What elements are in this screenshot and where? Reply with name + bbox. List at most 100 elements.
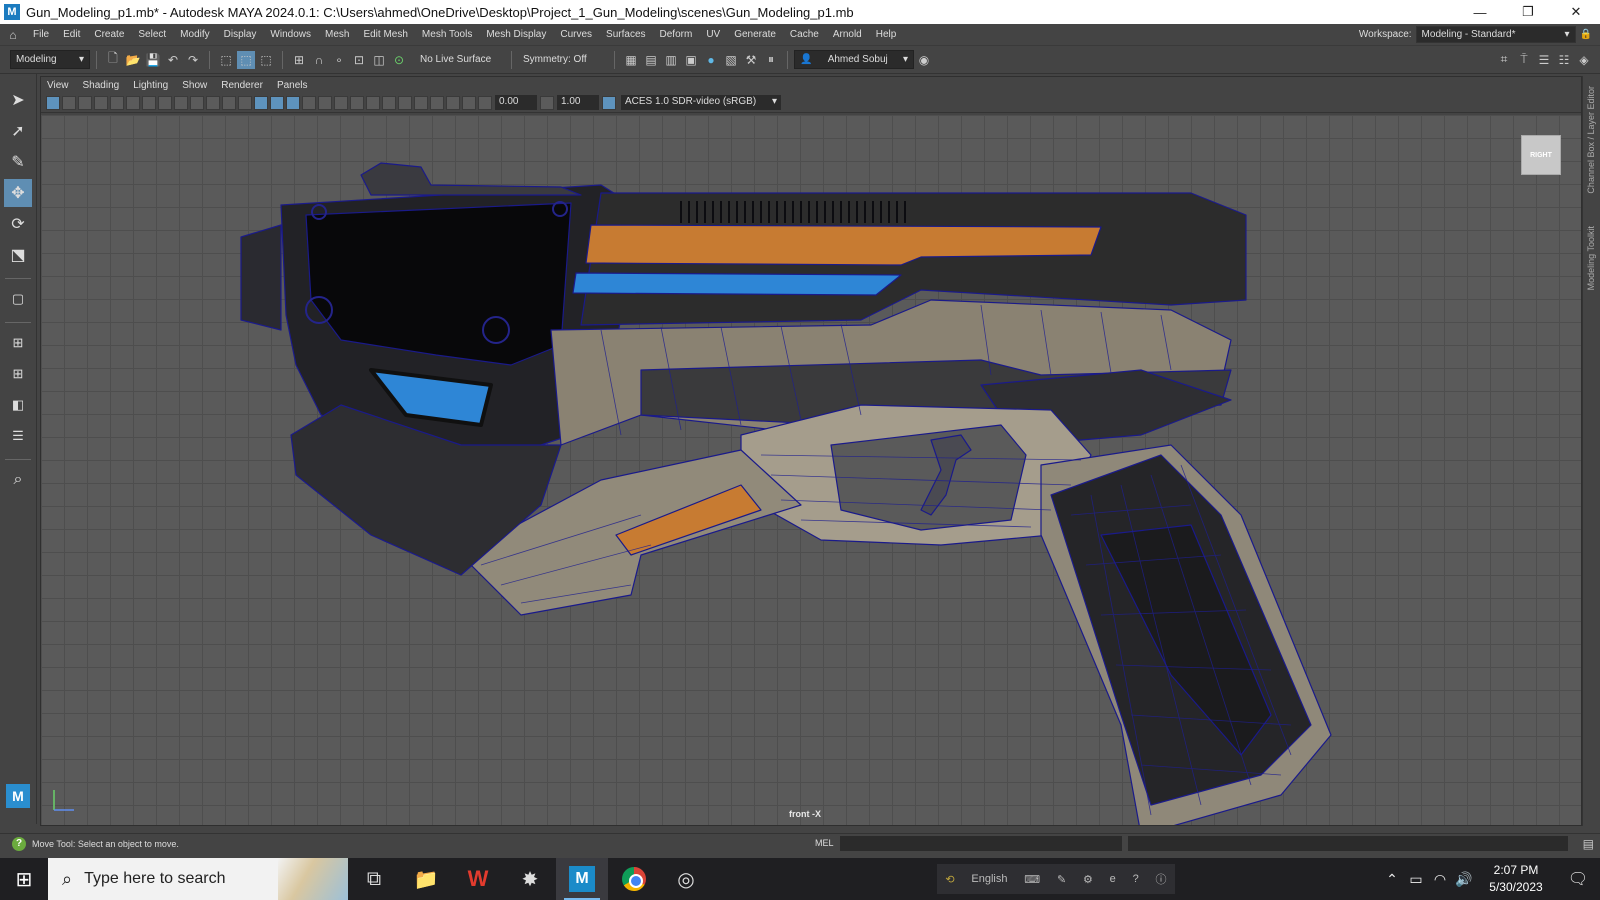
menu-deform[interactable]: Deform bbox=[653, 29, 700, 40]
resolution-gate-icon[interactable] bbox=[174, 95, 188, 110]
layout-two-view-icon[interactable]: ◧ bbox=[4, 391, 32, 419]
notification-icon[interactable]: 🗨 bbox=[1556, 869, 1600, 889]
menu-edit-mesh[interactable]: Edit Mesh bbox=[356, 29, 414, 40]
menu-windows[interactable]: Windows bbox=[263, 29, 318, 40]
xray-icon[interactable] bbox=[430, 95, 444, 110]
maya-taskbar-icon[interactable]: M bbox=[556, 858, 608, 900]
lights-icon[interactable] bbox=[318, 95, 332, 110]
menu-cache[interactable]: Cache bbox=[783, 29, 826, 40]
layout-four-view-icon[interactable]: ⊞ bbox=[4, 360, 32, 388]
wireframe-on-shaded-icon[interactable] bbox=[286, 95, 300, 110]
smooth-shade-icon[interactable] bbox=[270, 95, 284, 110]
ipr-render-icon[interactable]: ▥ bbox=[662, 51, 680, 69]
view-cube[interactable]: RIGHT bbox=[1521, 135, 1561, 175]
exposure-field[interactable]: 0.00 bbox=[495, 95, 537, 110]
help-search-icon[interactable]: ◉ bbox=[915, 51, 933, 69]
file-explorer-icon[interactable]: 📁 bbox=[400, 858, 452, 900]
snap-point-icon[interactable]: ∘ bbox=[330, 51, 348, 69]
xray-components-icon[interactable] bbox=[462, 95, 476, 110]
camera-attributes-icon[interactable] bbox=[62, 95, 76, 110]
layer-editor-icon[interactable]: ◈ bbox=[1575, 51, 1593, 69]
gamma-field[interactable]: 1.00 bbox=[557, 95, 599, 110]
safe-action-icon[interactable] bbox=[222, 95, 236, 110]
select-tool-icon[interactable]: ➤ bbox=[4, 86, 32, 114]
pause-icon[interactable]: ⏸ bbox=[762, 51, 780, 69]
save-scene-icon[interactable]: 💾 bbox=[144, 51, 162, 69]
screen-recorder-icon[interactable]: ◎ bbox=[660, 858, 712, 900]
exposure-icon[interactable] bbox=[478, 95, 492, 110]
chevron-up-icon[interactable]: ⌃ bbox=[1380, 871, 1404, 888]
restore-button[interactable]: ❐ bbox=[1504, 0, 1552, 24]
menu-help[interactable]: Help bbox=[869, 29, 904, 40]
motion-blur-icon[interactable] bbox=[366, 95, 380, 110]
film-gate-icon[interactable] bbox=[158, 95, 172, 110]
keyboard-icon[interactable]: ⌨ bbox=[1024, 873, 1040, 886]
menu-surfaces[interactable]: Surfaces bbox=[599, 29, 652, 40]
chrome-icon[interactable] bbox=[608, 858, 660, 900]
ime-icon[interactable]: ⟲ bbox=[945, 873, 954, 886]
snap-surface-icon[interactable]: ◫ bbox=[370, 51, 388, 69]
mel-label[interactable]: MEL bbox=[815, 838, 834, 848]
script-editor-icon[interactable]: ▤ bbox=[1583, 837, 1594, 851]
menu-curves[interactable]: Curves bbox=[553, 29, 599, 40]
ambient-occlusion-icon[interactable] bbox=[350, 95, 364, 110]
shadows-icon[interactable] bbox=[334, 95, 348, 110]
bookmark-icon[interactable] bbox=[78, 95, 92, 110]
image-plane-icon[interactable] bbox=[94, 95, 108, 110]
channel-box-tab[interactable]: Channel Box / Layer Editor bbox=[1586, 86, 1596, 194]
panel-menu-lighting[interactable]: Lighting bbox=[133, 80, 168, 91]
render-view-icon[interactable]: ▣ bbox=[682, 51, 700, 69]
pen-icon[interactable]: ✎ bbox=[1057, 873, 1066, 886]
panel-menu-show[interactable]: Show bbox=[182, 80, 207, 91]
language-label[interactable]: English bbox=[971, 873, 1007, 885]
menu-mesh-tools[interactable]: Mesh Tools bbox=[415, 29, 479, 40]
search-icon[interactable]: ⌕ bbox=[4, 466, 32, 494]
user-account-dropdown[interactable]: 👤 Ahmed Sobuj ▾ bbox=[794, 50, 914, 69]
modeling-toolkit-tab[interactable]: Modeling Toolkit bbox=[1586, 226, 1596, 290]
menu-select[interactable]: Select bbox=[131, 29, 173, 40]
volume-icon[interactable]: 🔊 bbox=[1452, 871, 1476, 888]
single-view-icon[interactable]: ▢ bbox=[4, 285, 32, 313]
modeling-toolkit-icon[interactable]: ⌗ bbox=[1495, 51, 1513, 69]
antialiasing-icon[interactable] bbox=[382, 95, 396, 110]
open-scene-icon[interactable]: 📂 bbox=[124, 51, 142, 69]
panel-menu-renderer[interactable]: Renderer bbox=[221, 80, 263, 91]
hypershade-icon[interactable]: ● bbox=[702, 51, 720, 69]
lock-icon[interactable]: 🔒 bbox=[1580, 29, 1592, 40]
menu-create[interactable]: Create bbox=[87, 29, 131, 40]
isolate-select-icon[interactable] bbox=[414, 95, 428, 110]
close-button[interactable]: ✕ bbox=[1552, 0, 1600, 24]
settings-icon[interactable]: ⚙ bbox=[1083, 873, 1093, 886]
new-scene-icon[interactable]: 🗋 bbox=[104, 51, 122, 69]
arnold-ipr-icon[interactable]: ⚒ bbox=[742, 51, 760, 69]
battery-icon[interactable]: ▭ bbox=[1404, 871, 1428, 888]
menu-display[interactable]: Display bbox=[217, 29, 264, 40]
info-icon[interactable]: ⓘ bbox=[1156, 871, 1167, 887]
mel-command-input[interactable] bbox=[840, 836, 1122, 851]
task-view-icon[interactable]: ⧉ bbox=[348, 858, 400, 900]
taskbar-search[interactable]: ⌕ Type here to search bbox=[48, 858, 348, 900]
color-management-icon[interactable] bbox=[602, 95, 616, 110]
workspace-dropdown[interactable]: Modeling - Standard* ▾ bbox=[1415, 26, 1576, 43]
select-hierarchy-icon[interactable]: ⬚ bbox=[217, 51, 235, 69]
depth-of-field-icon[interactable] bbox=[398, 95, 412, 110]
gamma-icon[interactable] bbox=[540, 95, 554, 110]
rotate-tool-icon[interactable]: ⟳ bbox=[4, 210, 32, 238]
live-surface-field[interactable]: No Live Surface bbox=[415, 50, 505, 69]
menu-uv[interactable]: UV bbox=[699, 29, 727, 40]
lasso-tool-icon[interactable]: ➚ bbox=[4, 117, 32, 145]
wireframe-icon[interactable] bbox=[254, 95, 268, 110]
render-frame-icon[interactable]: ▤ bbox=[642, 51, 660, 69]
snap-grid-icon[interactable]: ⊞ bbox=[290, 51, 308, 69]
2d-pan-icon[interactable] bbox=[110, 95, 124, 110]
render-settings-icon[interactable]: ▦ bbox=[622, 51, 640, 69]
xray-joints-icon[interactable] bbox=[446, 95, 460, 110]
home-icon[interactable]: ⌂ bbox=[0, 28, 26, 42]
help-circle-icon[interactable]: ? bbox=[1133, 873, 1139, 885]
field-chart-icon[interactable] bbox=[206, 95, 220, 110]
menu-set-dropdown[interactable]: Modeling ▾ bbox=[10, 50, 90, 69]
scale-tool-icon[interactable]: ⬔ bbox=[4, 241, 32, 269]
menu-mesh[interactable]: Mesh bbox=[318, 29, 356, 40]
panel-menu-panels[interactable]: Panels bbox=[277, 80, 308, 91]
attribute-editor-icon[interactable]: ⍑ bbox=[1515, 51, 1533, 69]
